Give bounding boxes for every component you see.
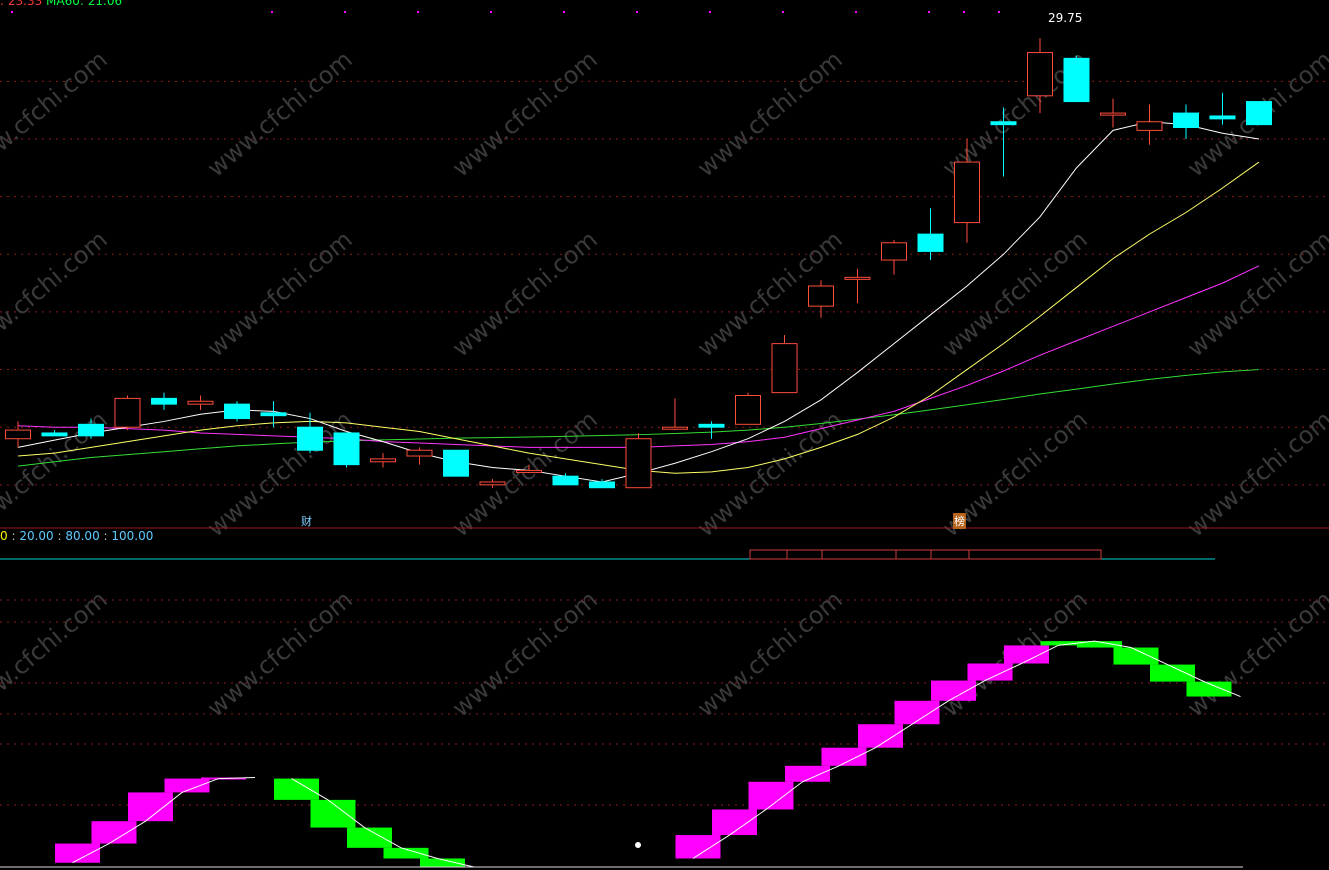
candle-body (1100, 112, 1126, 116)
watermark-text: www.cfchi.com (447, 45, 603, 182)
candle-body (224, 403, 250, 420)
indicator-legend: 0 : 20.00 : 80.00 : 100.00 (0, 529, 153, 543)
candle-body (260, 412, 287, 417)
watermark-text: www.cfchi.com (1182, 405, 1329, 542)
watermark-text: www.cfchi.com (692, 45, 848, 182)
candle-body (917, 233, 944, 252)
candle-body (370, 458, 396, 463)
candle-body (1136, 121, 1163, 131)
top-marker-dot (636, 11, 638, 13)
watermark-layer: www.cfchi.com www.cfchi.com www.cfchi.com w… (0, 45, 1329, 722)
watermark-text: www.cfchi.com (1182, 585, 1329, 722)
watermark-text: www.cfchi.com (692, 585, 848, 722)
legend-separator: : (7, 529, 20, 543)
candle-body (735, 394, 761, 425)
candle-body (1246, 101, 1272, 126)
top-marker-dot (855, 11, 857, 13)
candle-body (1209, 115, 1236, 120)
top-marker-dot (344, 11, 346, 13)
candle-body (297, 426, 323, 451)
indicator-level-20: 20.00 (19, 529, 54, 543)
candle-body (990, 121, 1017, 126)
price-high-label: 29.75 (1048, 11, 1083, 25)
watermark-text: www.cfchi.com (202, 405, 358, 542)
watermark-text: www.cfchi.com (0, 585, 113, 722)
candle-body (78, 423, 104, 437)
top-marker-dot (928, 11, 930, 13)
top-marker-dot (709, 11, 711, 13)
candle-body (698, 423, 725, 428)
watermark-text: www.cfchi.com (937, 225, 1093, 362)
top-marker-dot (490, 11, 492, 13)
top-marker-dot (11, 11, 13, 13)
signal-box (749, 549, 1102, 560)
candle-body (589, 481, 615, 489)
candle-body (443, 449, 469, 477)
candle-body (151, 397, 177, 405)
watermark-text: www.cfchi.com (0, 225, 113, 362)
top-marker-dot (271, 11, 273, 13)
candle-body (552, 475, 579, 486)
financial-report-marker[interactable]: 财 (300, 513, 313, 529)
candle-body (771, 343, 798, 394)
top-marker-dot (782, 11, 784, 13)
watermark-text: www.cfchi.com (447, 585, 603, 722)
candle-body (479, 481, 506, 486)
ma60-value: MA60: 21.06 (46, 0, 123, 8)
legend-separator: : (99, 529, 112, 543)
candle-body (954, 161, 980, 224)
candle-body (516, 469, 542, 473)
grid-layer (0, 11, 1329, 806)
indicator-level-0: 0 (0, 529, 8, 543)
candle-body (844, 276, 871, 280)
top-marker-dot (563, 11, 565, 13)
watermark-text: www.cfchi.com (202, 45, 358, 182)
ma-legend: : 23.33 MA60: 21.06 (0, 0, 122, 8)
stock-chart: www.cfchi.com www.cfchi.com www.cfchi.com w… (0, 11, 1329, 868)
watermark-text: www.cfchi.com (447, 225, 603, 362)
top-marker-dot (963, 11, 965, 13)
candle-body (5, 429, 31, 440)
top-marker-dot (998, 11, 1000, 13)
indicator-level-100: 100.00 (111, 529, 154, 543)
candle-body (406, 449, 433, 457)
ma5-value: : 23.33 (0, 0, 43, 8)
candle-body (808, 285, 834, 307)
candle-body (41, 432, 68, 437)
candle-body (187, 400, 214, 405)
candle-body (1173, 112, 1199, 129)
candle-body (1027, 52, 1053, 97)
watermark-text: www.cfchi.com (0, 45, 113, 182)
candle-body (114, 397, 141, 428)
candle-body (625, 438, 652, 489)
candle-body (333, 432, 360, 466)
candle-body (662, 426, 688, 430)
top-marker-dot (417, 11, 419, 13)
legend-separator: : (53, 529, 66, 543)
watermark-text: www.cfchi.com (447, 405, 603, 542)
indicator-dot (635, 842, 641, 848)
indicator-level-80: 80.00 (65, 529, 100, 543)
watermark-text: www.cfchi.com (202, 225, 358, 362)
candle-body (881, 242, 907, 261)
watermark-text: www.cfchi.com (202, 585, 358, 722)
watermark-text: www.cfchi.com (1182, 225, 1329, 362)
candle-body (1063, 57, 1090, 103)
dragon-tiger-list-marker[interactable]: 榜 (953, 513, 966, 529)
